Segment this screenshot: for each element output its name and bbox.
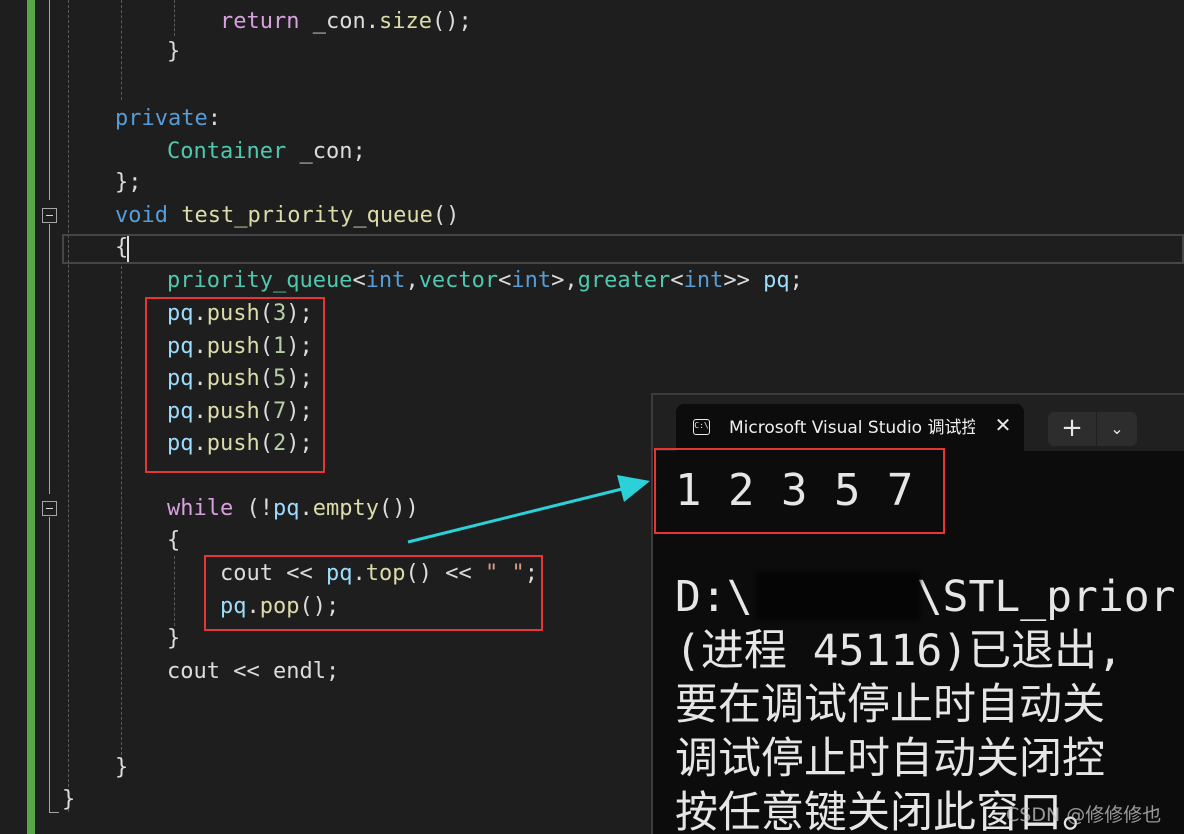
watermark-text: CSDN @修修修也 <box>1006 804 1162 826</box>
annotation-arrow <box>407 475 650 544</box>
